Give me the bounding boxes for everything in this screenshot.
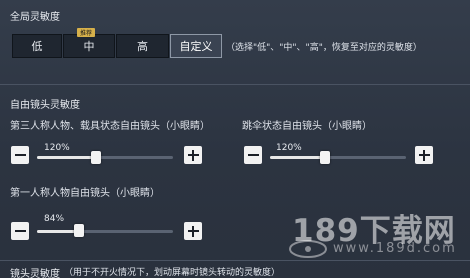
first-person-decrease-button[interactable] <box>11 222 29 240</box>
minus-icon <box>14 230 26 232</box>
first-person-value: 84% <box>44 214 65 224</box>
third-person-decrease-button[interactable] <box>11 146 29 164</box>
third-person-value: 120% <box>44 143 70 153</box>
free-camera-title: 自由镜头灵敏度 <box>10 100 80 111</box>
option-high-button[interactable]: 高 <box>116 34 169 58</box>
first-person-free-camera-label: 第一人称人物自由镜头（小眼睛） <box>10 188 160 199</box>
third-person-free-camera-label: 第三人称人物、载具状态自由镜头（小眼睛） <box>10 121 210 132</box>
first-person-slider-thumb[interactable] <box>74 224 84 237</box>
first-person-slider-fill <box>37 230 79 233</box>
watermark-logo-icon <box>289 240 327 258</box>
minus-icon <box>247 154 259 156</box>
option-medium-button[interactable]: 中 <box>63 34 115 58</box>
third-person-slider-fill <box>37 156 96 159</box>
camera-sensitivity-note: （用于不开火情况下，划动屏幕时镜头转动的灵敏度） <box>64 268 281 278</box>
third-person-slider-thumb[interactable] <box>91 151 101 164</box>
minus-icon <box>14 154 26 156</box>
parachute-value: 120% <box>276 143 302 153</box>
parachute-slider-thumb[interactable] <box>320 151 330 164</box>
option-low-button[interactable]: 低 <box>12 34 62 58</box>
third-person-slider-track[interactable] <box>37 156 173 159</box>
divider <box>0 84 470 85</box>
global-sensitivity-title: 全局灵敏度 <box>10 12 60 23</box>
parachute-decrease-button[interactable] <box>244 146 262 164</box>
parachute-increase-button[interactable] <box>415 146 433 164</box>
parachute-free-camera-label: 跳伞状态自由镜头（小眼睛） <box>242 121 372 132</box>
first-person-increase-button[interactable] <box>184 222 202 240</box>
sensitivity-settings-screen: 全局灵敏度 低 中 推荐 高 自定义 （选择"低"、"中"、"高"，恢复至对应的… <box>0 0 470 278</box>
option-custom-button[interactable]: 自定义 <box>170 34 222 58</box>
divider <box>0 260 470 261</box>
global-sensitivity-hint: （选择"低"、"中"、"高"，恢复至对应的灵敏度） <box>226 43 422 53</box>
parachute-slider-fill <box>270 156 325 159</box>
parachute-slider-track[interactable] <box>270 156 406 159</box>
camera-sensitivity-title: 镜头灵敏度 <box>10 269 60 278</box>
recommended-badge: 推荐 <box>77 28 95 37</box>
watermark-url: www.189d.com <box>333 241 457 256</box>
third-person-increase-button[interactable] <box>184 146 202 164</box>
first-person-slider-track[interactable] <box>37 230 173 233</box>
